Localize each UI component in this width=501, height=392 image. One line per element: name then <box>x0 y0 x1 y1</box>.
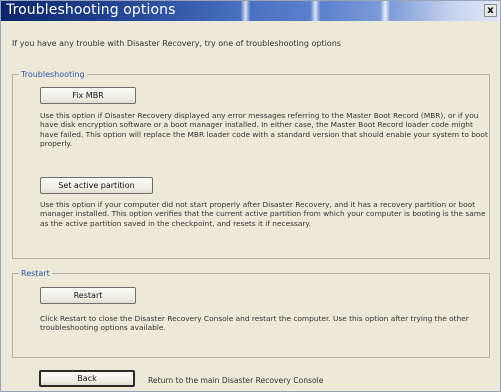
restart-group: Restart Restart Click Restart to close t… <box>12 268 490 358</box>
troubleshooting-group: Troubleshooting Fix MBR Use this option … <box>12 69 490 259</box>
set-active-partition-button-label: Set active partition <box>58 181 135 190</box>
fix-mbr-button-label: Fix MBR <box>72 91 104 100</box>
title-bar[interactable]: Troubleshooting options x <box>1 1 500 21</box>
back-button[interactable]: Back <box>39 370 135 387</box>
restart-description: Click Restart to close the Disaster Reco… <box>40 314 469 333</box>
back-button-label: Back <box>77 374 97 383</box>
restart-group-title: Restart <box>19 268 52 279</box>
close-icon[interactable]: x <box>484 4 497 17</box>
window-title: Troubleshooting options <box>6 2 176 18</box>
troubleshooting-options-window: Troubleshooting options x If you have an… <box>0 0 501 392</box>
intro-text: If you have any trouble with Disaster Re… <box>12 39 341 48</box>
fix-mbr-button[interactable]: Fix MBR <box>40 87 136 104</box>
restart-button-label: Restart <box>73 291 103 300</box>
set-active-partition-description: Use this option if your computer did not… <box>40 200 486 228</box>
fix-mbr-description: Use this option if Disaster Recovery dis… <box>40 111 488 149</box>
troubleshooting-group-title: Troubleshooting <box>19 69 87 80</box>
back-description: Return to the main Disaster Recovery Con… <box>148 376 324 385</box>
restart-button[interactable]: Restart <box>40 287 136 304</box>
set-active-partition-button[interactable]: Set active partition <box>40 177 153 194</box>
